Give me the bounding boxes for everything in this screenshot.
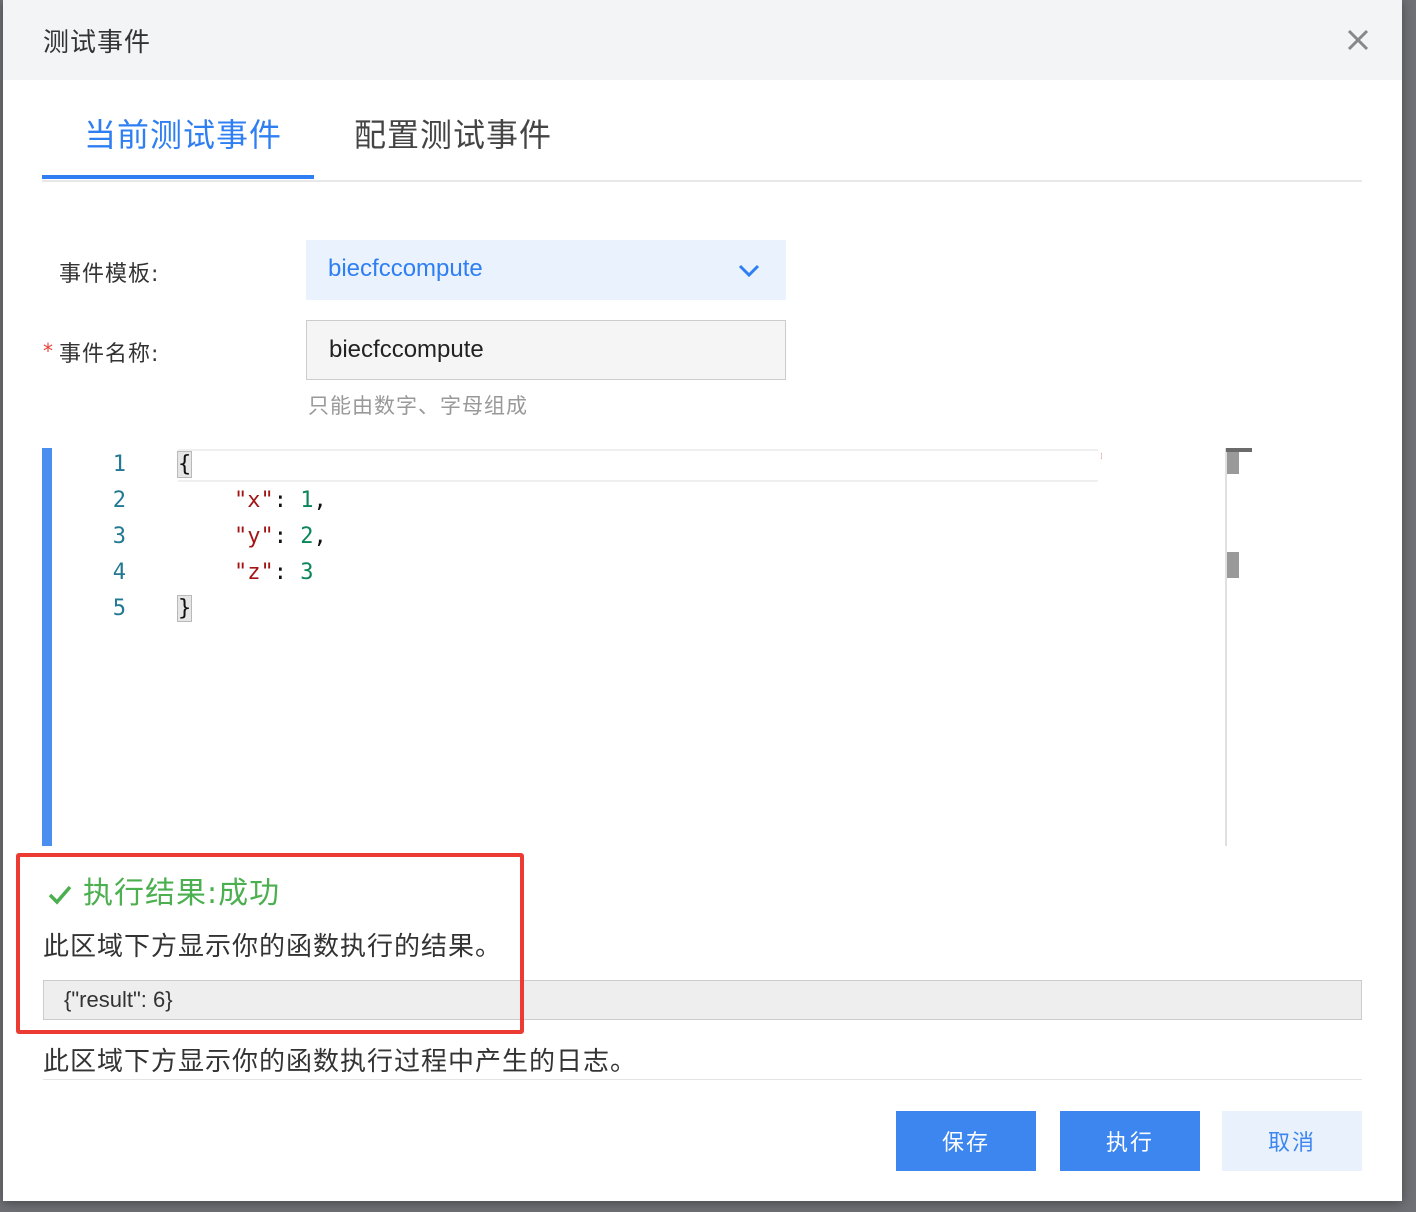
- tab-configure-test-event[interactable]: 配置测试事件: [354, 110, 552, 156]
- line-number: 5: [112, 596, 126, 621]
- footer-divider: [43, 1079, 1362, 1080]
- check-icon: [48, 885, 72, 905]
- json-key: "z": [234, 560, 274, 585]
- editor-scrollbar-track[interactable]: [1225, 448, 1227, 846]
- result-output: {"result": 6}: [43, 980, 1362, 1020]
- code-line-2: "x": 1,: [234, 488, 327, 513]
- json-comma: ,: [313, 488, 327, 513]
- result-output-text: {"result": 6}: [64, 987, 173, 1012]
- event-name-hint: 只能由数字、字母组成: [308, 394, 528, 418]
- line-number: 2: [112, 488, 126, 513]
- tab-bar: 当前测试事件 配置测试事件: [42, 80, 1362, 182]
- cancel-button[interactable]: 取消: [1222, 1111, 1362, 1171]
- event-template-select[interactable]: biecfccompute: [306, 240, 786, 300]
- json-colon: :: [273, 560, 301, 585]
- code-line-4: "z": 3: [234, 560, 314, 585]
- close-brace: }: [176, 595, 193, 622]
- current-line-highlight: [178, 449, 1098, 482]
- line-number: 3: [112, 524, 126, 549]
- json-number: 2: [300, 524, 314, 549]
- json-number: 1: [300, 488, 314, 513]
- editor-focus-bar: [42, 448, 52, 846]
- save-button[interactable]: 保存: [896, 1111, 1036, 1171]
- json-key: "x": [234, 488, 274, 513]
- execute-button[interactable]: 执行: [1060, 1111, 1200, 1171]
- result-description: 此区域下方显示你的函数执行的结果。: [43, 932, 503, 962]
- code-line-1: {: [176, 451, 193, 478]
- active-tab-indicator: [42, 175, 314, 179]
- event-name-label: 事件名称:: [59, 342, 160, 367]
- dialog-title: 测试事件: [43, 28, 152, 58]
- json-comma: ,: [313, 524, 327, 549]
- required-mark: *: [43, 339, 53, 363]
- json-key: "y": [234, 524, 274, 549]
- event-template-label: 事件模板:: [59, 262, 160, 287]
- minimap-marker-icon: ⁞: [1100, 452, 1103, 462]
- line-number: 1: [112, 452, 126, 477]
- code-line-3: "y": 2,: [234, 524, 327, 549]
- code-line-5: }: [176, 595, 193, 622]
- log-description: 此区域下方显示你的函数执行过程中产生的日志。: [43, 1047, 638, 1077]
- event-name-input[interactable]: [306, 320, 786, 380]
- json-number: 3: [300, 560, 314, 585]
- event-template-value: biecfccompute: [328, 255, 483, 282]
- dialog-header: 测试事件: [3, 0, 1402, 80]
- json-colon: :: [273, 488, 301, 513]
- editor-scrollbar-thumb[interactable]: [1227, 452, 1239, 474]
- close-icon: [1347, 29, 1369, 51]
- execution-status: 执行结果:成功: [47, 868, 280, 912]
- code-editor[interactable]: 1 2 3 4 5 { "x": 1, "y": 2, "z": 3 } ⁞: [42, 448, 1262, 846]
- json-colon: :: [273, 524, 301, 549]
- close-button[interactable]: [1336, 18, 1380, 62]
- overview-ruler-marker: [1227, 552, 1239, 578]
- execution-status-text: 执行结果:成功: [83, 876, 281, 911]
- open-brace: {: [176, 451, 193, 478]
- tab-current-test-event[interactable]: 当前测试事件: [84, 110, 282, 156]
- chevron-down-icon: [738, 264, 760, 278]
- test-event-dialog: 测试事件 当前测试事件 配置测试事件 事件模板: biecfccompute *…: [3, 0, 1402, 1201]
- line-number: 4: [112, 560, 126, 585]
